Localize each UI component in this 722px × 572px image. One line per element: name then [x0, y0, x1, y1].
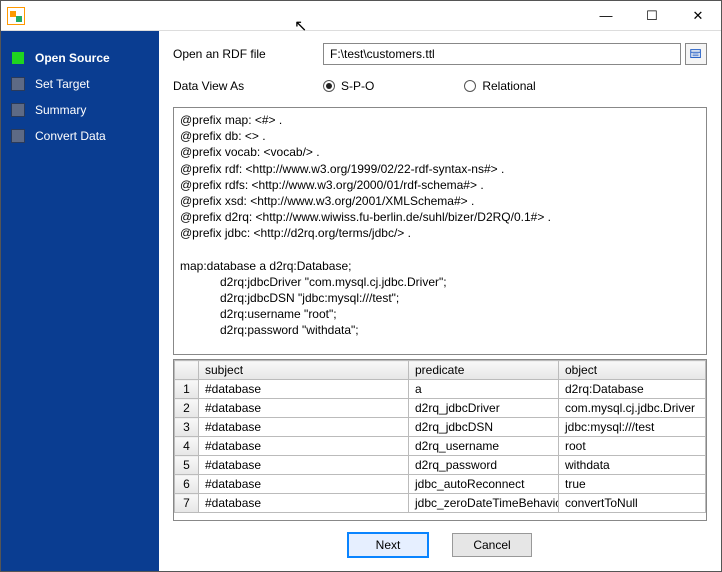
- triples-table-wrap[interactable]: subject predicate object 1#databasead2rq…: [173, 359, 707, 521]
- cell-predicate: d2rq_password: [409, 456, 559, 475]
- maximize-button[interactable]: ☐: [629, 1, 675, 31]
- table-row[interactable]: 4#databased2rq_usernameroot: [175, 437, 706, 456]
- rdf-file-input[interactable]: [323, 43, 681, 65]
- radio-label: Relational: [482, 79, 535, 93]
- table-row[interactable]: 3#databased2rq_jdbcDSNjdbc:mysql:///test: [175, 418, 706, 437]
- minimize-button[interactable]: —: [583, 1, 629, 31]
- cell-object: convertToNull: [559, 494, 706, 513]
- column-header-subject[interactable]: subject: [199, 361, 409, 380]
- cell-object: root: [559, 437, 706, 456]
- cell-subject: #database: [199, 456, 409, 475]
- triples-table: subject predicate object 1#databasead2rq…: [174, 360, 706, 513]
- column-header-predicate[interactable]: predicate: [409, 361, 559, 380]
- step-label: Set Target: [35, 77, 89, 91]
- step-label: Open Source: [35, 51, 110, 65]
- cell-predicate: jdbc_autoReconnect: [409, 475, 559, 494]
- step-status-icon: [11, 103, 25, 117]
- step-status-icon: [11, 51, 25, 65]
- table-row[interactable]: 1#databasead2rq:Database: [175, 380, 706, 399]
- cell-predicate: d2rq_jdbcDriver: [409, 399, 559, 418]
- app-icon: [7, 7, 25, 25]
- step-label: Convert Data: [35, 129, 106, 143]
- row-number: 1: [175, 380, 199, 399]
- rdf-source-textarea[interactable]: @prefix map: <#> . @prefix db: <> . @pre…: [173, 107, 707, 355]
- cell-predicate: d2rq_jdbcDSN: [409, 418, 559, 437]
- radio-icon: [464, 80, 476, 92]
- step-set-target[interactable]: Set Target: [1, 71, 159, 97]
- cell-predicate: d2rq_username: [409, 437, 559, 456]
- cell-subject: #database: [199, 418, 409, 437]
- rownum-header: [175, 361, 199, 380]
- cell-object: d2rq:Database: [559, 380, 706, 399]
- cell-object: true: [559, 475, 706, 494]
- row-number: 7: [175, 494, 199, 513]
- row-number: 3: [175, 418, 199, 437]
- row-number: 4: [175, 437, 199, 456]
- cancel-button[interactable]: Cancel: [452, 533, 532, 557]
- open-file-icon: [689, 47, 703, 61]
- step-summary[interactable]: Summary: [1, 97, 159, 123]
- cell-object: jdbc:mysql:///test: [559, 418, 706, 437]
- row-number: 2: [175, 399, 199, 418]
- cell-object: withdata: [559, 456, 706, 475]
- cell-object: com.mysql.cj.jdbc.Driver: [559, 399, 706, 418]
- column-header-object[interactable]: object: [559, 361, 706, 380]
- next-button[interactable]: Next: [348, 533, 428, 557]
- row-number: 5: [175, 456, 199, 475]
- table-row[interactable]: 6#databasejdbc_autoReconnecttrue: [175, 475, 706, 494]
- close-button[interactable]: ✕: [675, 1, 721, 31]
- step-status-icon: [11, 77, 25, 91]
- table-row[interactable]: 2#databased2rq_jdbcDrivercom.mysql.cj.jd…: [175, 399, 706, 418]
- radio-relational[interactable]: Relational: [464, 79, 535, 93]
- row-number: 6: [175, 475, 199, 494]
- cell-subject: #database: [199, 475, 409, 494]
- cell-subject: #database: [199, 437, 409, 456]
- titlebar: — ☐ ✕: [1, 1, 721, 31]
- step-open-source[interactable]: Open Source: [1, 45, 159, 71]
- radio-icon: [323, 80, 335, 92]
- step-label: Summary: [35, 103, 86, 117]
- step-convert-data[interactable]: Convert Data: [1, 123, 159, 149]
- cell-subject: #database: [199, 380, 409, 399]
- cell-subject: #database: [199, 494, 409, 513]
- table-row[interactable]: 7#databasejdbc_zeroDateTimeBehaviorconve…: [175, 494, 706, 513]
- table-row[interactable]: 5#databased2rq_passwordwithdata: [175, 456, 706, 475]
- wizard-sidebar: Open Source Set Target Summary Convert D…: [1, 31, 159, 571]
- main-panel: ↖ Open an RDF file Data View As S-P-O: [159, 31, 721, 571]
- view-as-label: Data View As: [173, 79, 323, 93]
- radio-spo[interactable]: S-P-O: [323, 79, 374, 93]
- cell-predicate: jdbc_zeroDateTimeBehavior: [409, 494, 559, 513]
- browse-button[interactable]: [685, 43, 707, 65]
- cell-predicate: a: [409, 380, 559, 399]
- open-file-label: Open an RDF file: [173, 47, 323, 61]
- cell-subject: #database: [199, 399, 409, 418]
- step-status-icon: [11, 129, 25, 143]
- radio-label: S-P-O: [341, 79, 374, 93]
